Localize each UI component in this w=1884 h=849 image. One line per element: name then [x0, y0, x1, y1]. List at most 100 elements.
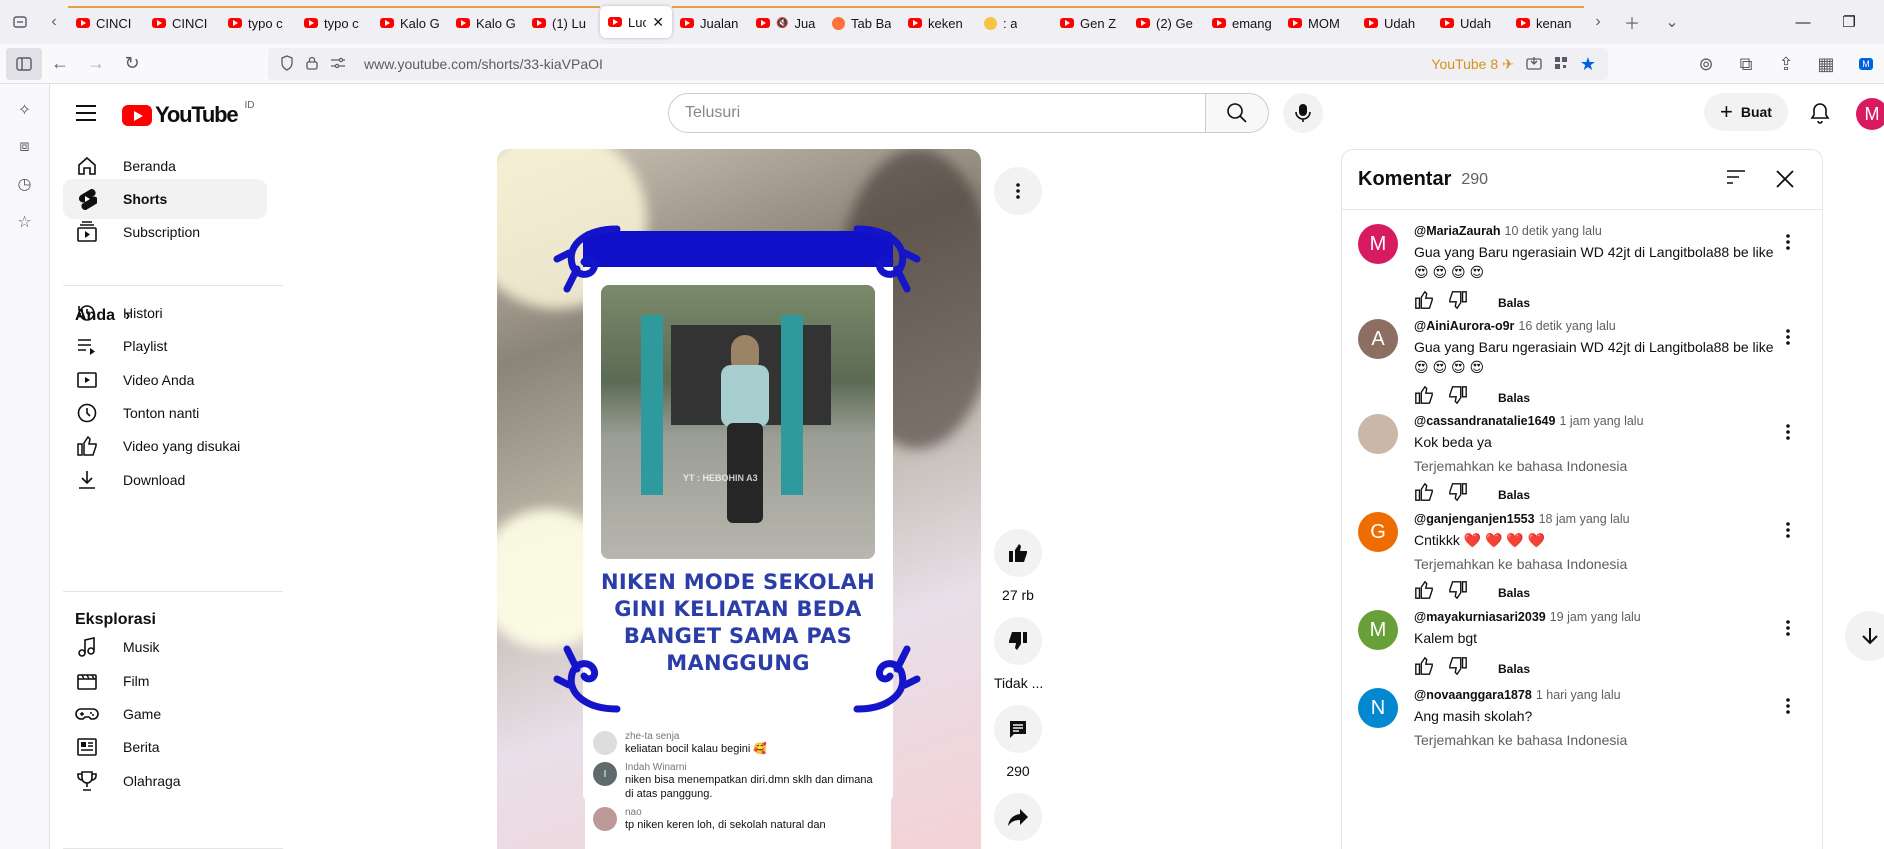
page-settings-icon[interactable] [330, 56, 346, 72]
lock-icon[interactable] [306, 56, 318, 73]
muted-speaker-icon[interactable]: 🔇 [776, 18, 788, 29]
comment-author[interactable]: @ganjenganjen1553 [1414, 512, 1535, 526]
close-icon[interactable] [1774, 168, 1796, 195]
comment-time[interactable]: 1 jam yang lalu [1559, 414, 1643, 428]
extensions-icon[interactable]: ⧉ [1728, 48, 1764, 80]
thumbs-down-icon[interactable] [1448, 290, 1468, 315]
browser-tab[interactable]: Gen Z [1052, 6, 1128, 38]
comment-avatar[interactable]: M [1358, 224, 1398, 264]
comment-avatar[interactable]: A [1358, 319, 1398, 359]
url-text[interactable]: www.youtube.com/shorts/33-kiaVPaOI [364, 56, 603, 72]
comment-time[interactable]: 19 jam yang lalu [1550, 610, 1641, 624]
browser-tab[interactable]: Jualan [672, 6, 748, 38]
comment-time[interactable]: 10 detik yang lalu [1505, 224, 1602, 238]
thumbs-up-icon[interactable] [1414, 290, 1434, 315]
reply-button[interactable]: Balas [1498, 662, 1530, 676]
comment-time[interactable]: 1 hari yang lalu [1536, 688, 1621, 702]
history-clock-icon[interactable]: ◷ [18, 174, 32, 194]
forward-icon[interactable]: → [78, 48, 114, 80]
thumbs-up-icon[interactable] [1414, 580, 1434, 605]
sort-icon[interactable] [1726, 169, 1746, 190]
browser-tab[interactable]: kenan [1508, 6, 1584, 38]
create-button[interactable]: + Buat [1704, 93, 1788, 131]
comment-time[interactable]: 18 jam yang lalu [1539, 512, 1630, 526]
browser-tab[interactable]: MOM [1280, 6, 1356, 38]
browser-tab[interactable]: CINCI [144, 6, 220, 38]
browser-tab[interactable]: Udah [1432, 6, 1508, 38]
translate-link[interactable]: Terjemahkan ke bahasa Indonesia [1414, 732, 1774, 748]
shield-icon[interactable] [280, 54, 294, 74]
account-avatar[interactable]: M [1856, 98, 1884, 130]
browser-tab-active[interactable]: Luc ✕ [600, 6, 672, 38]
browser-tab[interactable]: CINCI [68, 6, 144, 38]
account-icon[interactable]: ⊚ [1688, 48, 1724, 80]
more-options-button[interactable] [994, 167, 1042, 215]
browser-tab[interactable]: typo c [296, 6, 372, 38]
browser-tab[interactable]: : a [976, 6, 1052, 38]
new-tab-icon[interactable]: ＋ [1612, 0, 1652, 44]
browser-tab[interactable]: Kalo G [372, 6, 448, 38]
reload-icon[interactable]: ↻ [114, 48, 150, 80]
bookmark-star-icon[interactable]: ★ [1580, 54, 1596, 75]
back-icon[interactable]: ← [42, 48, 78, 80]
reply-button[interactable]: Balas [1498, 488, 1530, 502]
all-tabs-chevron-icon[interactable]: ⌄ [1652, 0, 1692, 44]
youtube-logo[interactable]: YouTube ID [122, 100, 254, 128]
profile-badge[interactable]: M [1848, 48, 1884, 80]
browser-tab[interactable]: typo c [220, 6, 296, 38]
comment-menu-icon[interactable] [1776, 616, 1800, 640]
like-button[interactable] [994, 529, 1042, 577]
comment-menu-icon[interactable] [1776, 420, 1800, 444]
sidebar-item-download[interactable]: Download [63, 460, 267, 500]
thumbs-down-icon[interactable] [1448, 385, 1468, 410]
scroll-tabs-right-icon[interactable]: › [1584, 0, 1612, 44]
extension-badge[interactable]: YouTube 8 [1431, 56, 1498, 72]
sidebar-item-subscription[interactable]: Subscription [63, 212, 267, 252]
browser-tab[interactable]: Tab Ba [824, 6, 900, 38]
sidebar-item-olahraga[interactable]: Olahraga [63, 761, 267, 801]
share-button[interactable] [994, 793, 1042, 841]
close-tab-icon[interactable]: ✕ [652, 14, 664, 31]
synced-tabs-icon[interactable]: ⧈ [19, 138, 29, 156]
search-input[interactable] [685, 104, 1205, 122]
dislike-button[interactable] [994, 617, 1042, 665]
browser-tab[interactable]: emang [1204, 6, 1280, 38]
thumbs-up-icon[interactable] [1414, 656, 1434, 681]
shorts-video-player[interactable]: YT : HEBOHIN A3 NIKEN MODE SEKOLAH GINI … [497, 149, 981, 849]
bookmarks-star-icon[interactable]: ☆ [17, 212, 31, 232]
comment-time[interactable]: 16 detik yang lalu [1518, 319, 1615, 333]
voice-search-button[interactable] [1283, 93, 1323, 133]
comment-avatar[interactable]: N [1358, 688, 1398, 728]
browser-tab[interactable]: Udah [1356, 6, 1432, 38]
comments-button[interactable] [994, 705, 1042, 753]
comment-menu-icon[interactable] [1776, 694, 1800, 718]
thumbs-down-icon[interactable] [1448, 656, 1468, 681]
minimize-icon[interactable]: — [1780, 14, 1826, 31]
ai-sparkle-icon[interactable]: ✧ [18, 100, 31, 120]
comment-author[interactable]: @AiniAurora-o9r [1414, 319, 1514, 333]
comment-author[interactable]: @MariaZaurah [1414, 224, 1501, 238]
thumbs-down-icon[interactable] [1448, 482, 1468, 507]
tab-list-icon[interactable] [0, 0, 40, 44]
reply-button[interactable]: Balas [1498, 296, 1530, 310]
comment-author[interactable]: @cassandranatalie1649 [1414, 414, 1555, 428]
browser-tab[interactable]: keken [900, 6, 976, 38]
menu-icon[interactable] [71, 98, 101, 128]
translate-link[interactable]: Terjemahkan ke bahasa Indonesia [1414, 556, 1774, 572]
browser-tab[interactable]: 🔇 Jualan [748, 6, 824, 38]
qr-code-icon[interactable] [1554, 56, 1568, 73]
search-button[interactable] [1205, 93, 1269, 133]
save-page-icon[interactable] [1526, 56, 1542, 73]
reply-button[interactable]: Balas [1498, 586, 1530, 600]
comment-avatar[interactable]: G [1358, 512, 1398, 552]
next-short-button[interactable] [1845, 611, 1884, 661]
thumbs-up-icon[interactable] [1414, 482, 1434, 507]
browser-tab[interactable]: Kalo G [448, 6, 524, 38]
comment-author[interactable]: @mayakurniasari2039 [1414, 610, 1546, 624]
reply-button[interactable]: Balas [1498, 391, 1530, 405]
browser-tab[interactable]: (2) Ge [1128, 6, 1204, 38]
share-icon[interactable]: ⇪ [1768, 48, 1804, 80]
translate-link[interactable]: Terjemahkan ke bahasa Indonesia [1414, 458, 1774, 474]
comment-avatar[interactable] [1358, 414, 1398, 454]
thumbs-down-icon[interactable] [1448, 580, 1468, 605]
